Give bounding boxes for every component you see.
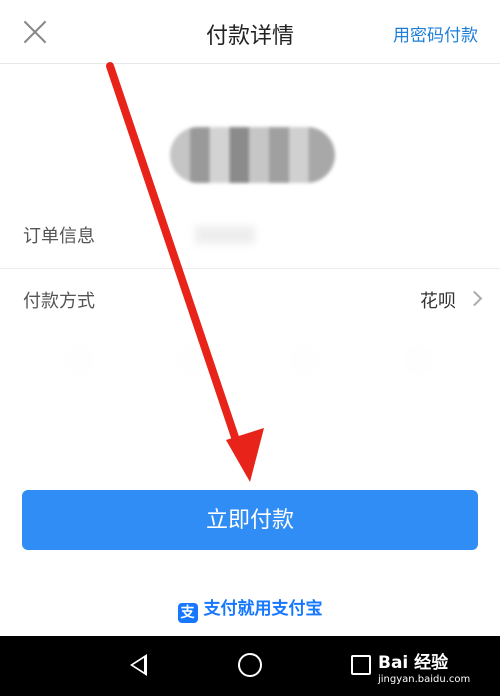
order-info-row[interactable]: 订单信息: [0, 204, 500, 266]
system-nav-bar: Bai 经验 jingyan.baidu.com: [0, 636, 500, 696]
chevron-right-icon: [466, 290, 483, 307]
back-triangle-icon[interactable]: [130, 654, 147, 676]
payment-method-value: 花呗: [420, 291, 456, 312]
home-circle-icon[interactable]: [238, 653, 262, 677]
payment-method-row[interactable]: 付款方式 花呗: [0, 268, 500, 330]
watermark-url: jingyan.baidu.com: [378, 674, 471, 685]
pay-now-button[interactable]: 立即付款: [22, 490, 478, 550]
top-bar: 付款详情 用密码付款: [0, 0, 500, 64]
order-info-label: 订单信息: [23, 226, 95, 247]
payment-details-sheet: 付款详情 用密码付款 订单信息 付款方式 花呗 立即付款 支支付就用支付宝: [0, 0, 500, 636]
brand-slogan: 支付就用支付宝: [203, 599, 323, 619]
watermark-name: Bai 经验: [378, 653, 449, 673]
recent-apps-square-icon[interactable]: [351, 655, 371, 675]
payment-amount-blurred: [170, 127, 335, 183]
alipay-logo-icon: 支: [177, 603, 198, 623]
password-pay-link[interactable]: 用密码付款: [393, 21, 478, 46]
order-info-value-blurred: [195, 226, 255, 244]
baidu-jingyan-watermark: Bai 经验 jingyan.baidu.com: [378, 648, 470, 685]
payment-method-label: 付款方式: [23, 291, 95, 312]
alipay-brand: 支支付就用支付宝: [0, 594, 500, 623]
